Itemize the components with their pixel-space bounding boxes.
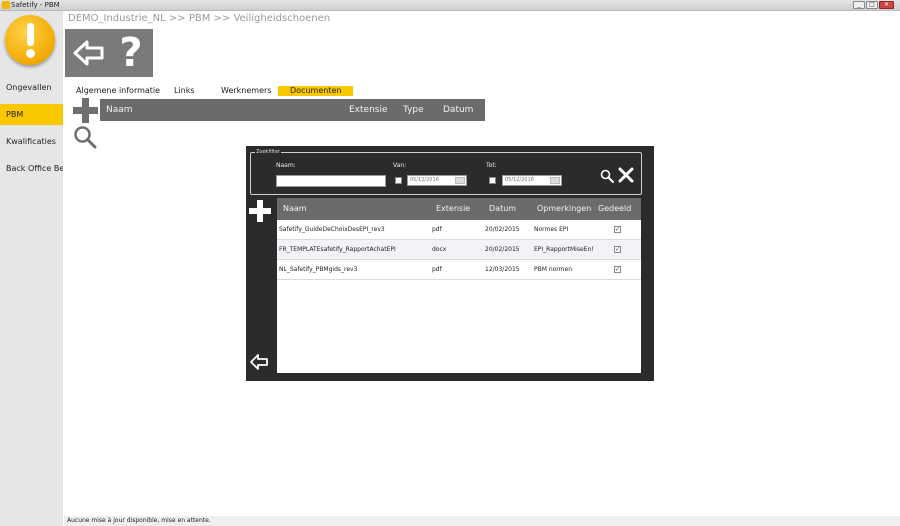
column-opmerkingen[interactable]: Opmerkingen	[537, 198, 591, 220]
cell-opmerkingen: Normes EPI	[534, 226, 569, 233]
cell-naam: Safetify_GuideDeChoixDesEPI_rev3	[279, 226, 385, 233]
add-icon[interactable]	[249, 200, 271, 222]
cell-extensie: docx	[432, 246, 447, 253]
column-type[interactable]: Type	[403, 99, 424, 121]
cell-opmerkingen: PBM normen	[534, 266, 572, 273]
tab-werknemers[interactable]: Werknemers	[221, 86, 271, 96]
cell-opmerkingen: EPI_RapportMiseEn!	[534, 246, 594, 253]
document-search-dialog: Zoekfilter Naam: Van: 05/12/2016 Tot: 05…	[246, 146, 654, 381]
column-naam[interactable]: Naam	[283, 198, 307, 220]
app-icon	[2, 1, 10, 9]
name-filter-label: Naam:	[276, 162, 296, 169]
close-window-button[interactable]: ✕	[879, 1, 894, 9]
table-row[interactable]: Safetify_GuideDeChoixDesEPI_rev3 pdf 20/…	[277, 220, 641, 240]
column-datum[interactable]: Datum	[489, 198, 516, 220]
sidebar-item-back-office[interactable]: Back Office Bedr	[0, 158, 63, 179]
to-date-picker[interactable]: 05/12/2016	[502, 175, 562, 186]
back-arrow-icon[interactable]	[249, 353, 269, 371]
name-filter-input[interactable]	[276, 175, 386, 187]
calendar-dropdown-icon[interactable]	[455, 177, 465, 184]
close-dialog-icon[interactable]	[618, 167, 634, 183]
table-row[interactable]: FR_TEMPLATEsafetify_RapportAchatEPI docx…	[277, 240, 641, 260]
shared-checkbox[interactable]	[614, 260, 621, 280]
sidebar: Ongevallen PBM Kwalificaties Back Office…	[0, 11, 63, 526]
from-date-label: Van:	[393, 162, 407, 169]
column-datum[interactable]: Datum	[443, 99, 473, 121]
window-controls: _ □ ✕	[853, 1, 894, 9]
sidebar-item-pbm[interactable]: PBM	[0, 104, 63, 125]
from-date-picker[interactable]: 05/12/2016	[407, 175, 467, 186]
to-date-checkbox[interactable]	[489, 177, 496, 184]
document-results-grid: Naam Extensie Datum Opmerkingen Gedeeld …	[277, 198, 641, 373]
sidebar-item-kwalificaties[interactable]: Kwalificaties	[0, 131, 63, 152]
back-arrow-icon[interactable]	[71, 35, 107, 71]
cell-extensie: pdf	[432, 266, 442, 273]
cell-extensie: pdf	[432, 226, 442, 233]
column-naam[interactable]: Naam	[106, 99, 133, 121]
from-date-checkbox[interactable]	[395, 177, 402, 184]
cell-naam: NL_Safetify_PBMgids_rev3	[279, 266, 358, 273]
cell-datum: 12/03/2015	[485, 266, 520, 273]
status-bar: Aucune mise à jour disponible, mise en a…	[64, 516, 900, 526]
column-extensie[interactable]: Extensie	[436, 198, 470, 220]
calendar-dropdown-icon[interactable]	[550, 177, 560, 184]
filter-search-icon[interactable]	[600, 168, 614, 183]
sidebar-item-ongevallen[interactable]: Ongevallen	[0, 77, 63, 98]
cell-naam: FR_TEMPLATEsafetify_RapportAchatEPI	[279, 246, 396, 253]
shared-checkbox[interactable]	[614, 220, 621, 240]
cell-datum: 20/02/2015	[485, 226, 520, 233]
search-icon[interactable]	[73, 125, 97, 149]
documents-grid-header: Naam Extensie Type Datum	[100, 99, 485, 121]
results-grid-header: Naam Extensie Datum Opmerkingen Gedeeld	[277, 198, 641, 220]
warning-logo-icon	[5, 15, 55, 65]
toolbar: ?	[65, 29, 153, 77]
from-date-value: 05/12/2016	[410, 177, 439, 183]
to-date-value: 05/12/2016	[505, 177, 534, 183]
window-title: Safetify - PBM	[11, 1, 60, 9]
shared-checkbox[interactable]	[614, 240, 621, 260]
column-gedeeld[interactable]: Gedeeld	[598, 198, 631, 220]
tab-links[interactable]: Links	[174, 86, 195, 96]
filter-legend: Zoekfilter	[255, 148, 282, 156]
breadcrumb: DEMO_Industrie_NL >> PBM >> Veiligheidsc…	[68, 13, 331, 24]
help-button[interactable]: ?	[113, 31, 149, 75]
search-filter-panel: Zoekfilter Naam: Van: 05/12/2016 Tot: 05…	[250, 148, 642, 195]
column-extensie[interactable]: Extensie	[349, 99, 388, 121]
window-titlebar: Safetify - PBM _ □ ✕	[0, 0, 900, 11]
add-document-icon[interactable]	[73, 98, 98, 123]
table-row[interactable]: NL_Safetify_PBMgids_rev3 pdf 12/03/2015 …	[277, 260, 641, 280]
tab-documenten[interactable]: Documenten	[278, 86, 354, 96]
to-date-label: Tot:	[486, 162, 497, 169]
maximize-button[interactable]: □	[866, 1, 878, 9]
minimize-button[interactable]: _	[853, 1, 865, 9]
tab-algemene-informatie[interactable]: Algemene informatie	[76, 86, 160, 96]
cell-datum: 20/02/2015	[485, 246, 520, 253]
